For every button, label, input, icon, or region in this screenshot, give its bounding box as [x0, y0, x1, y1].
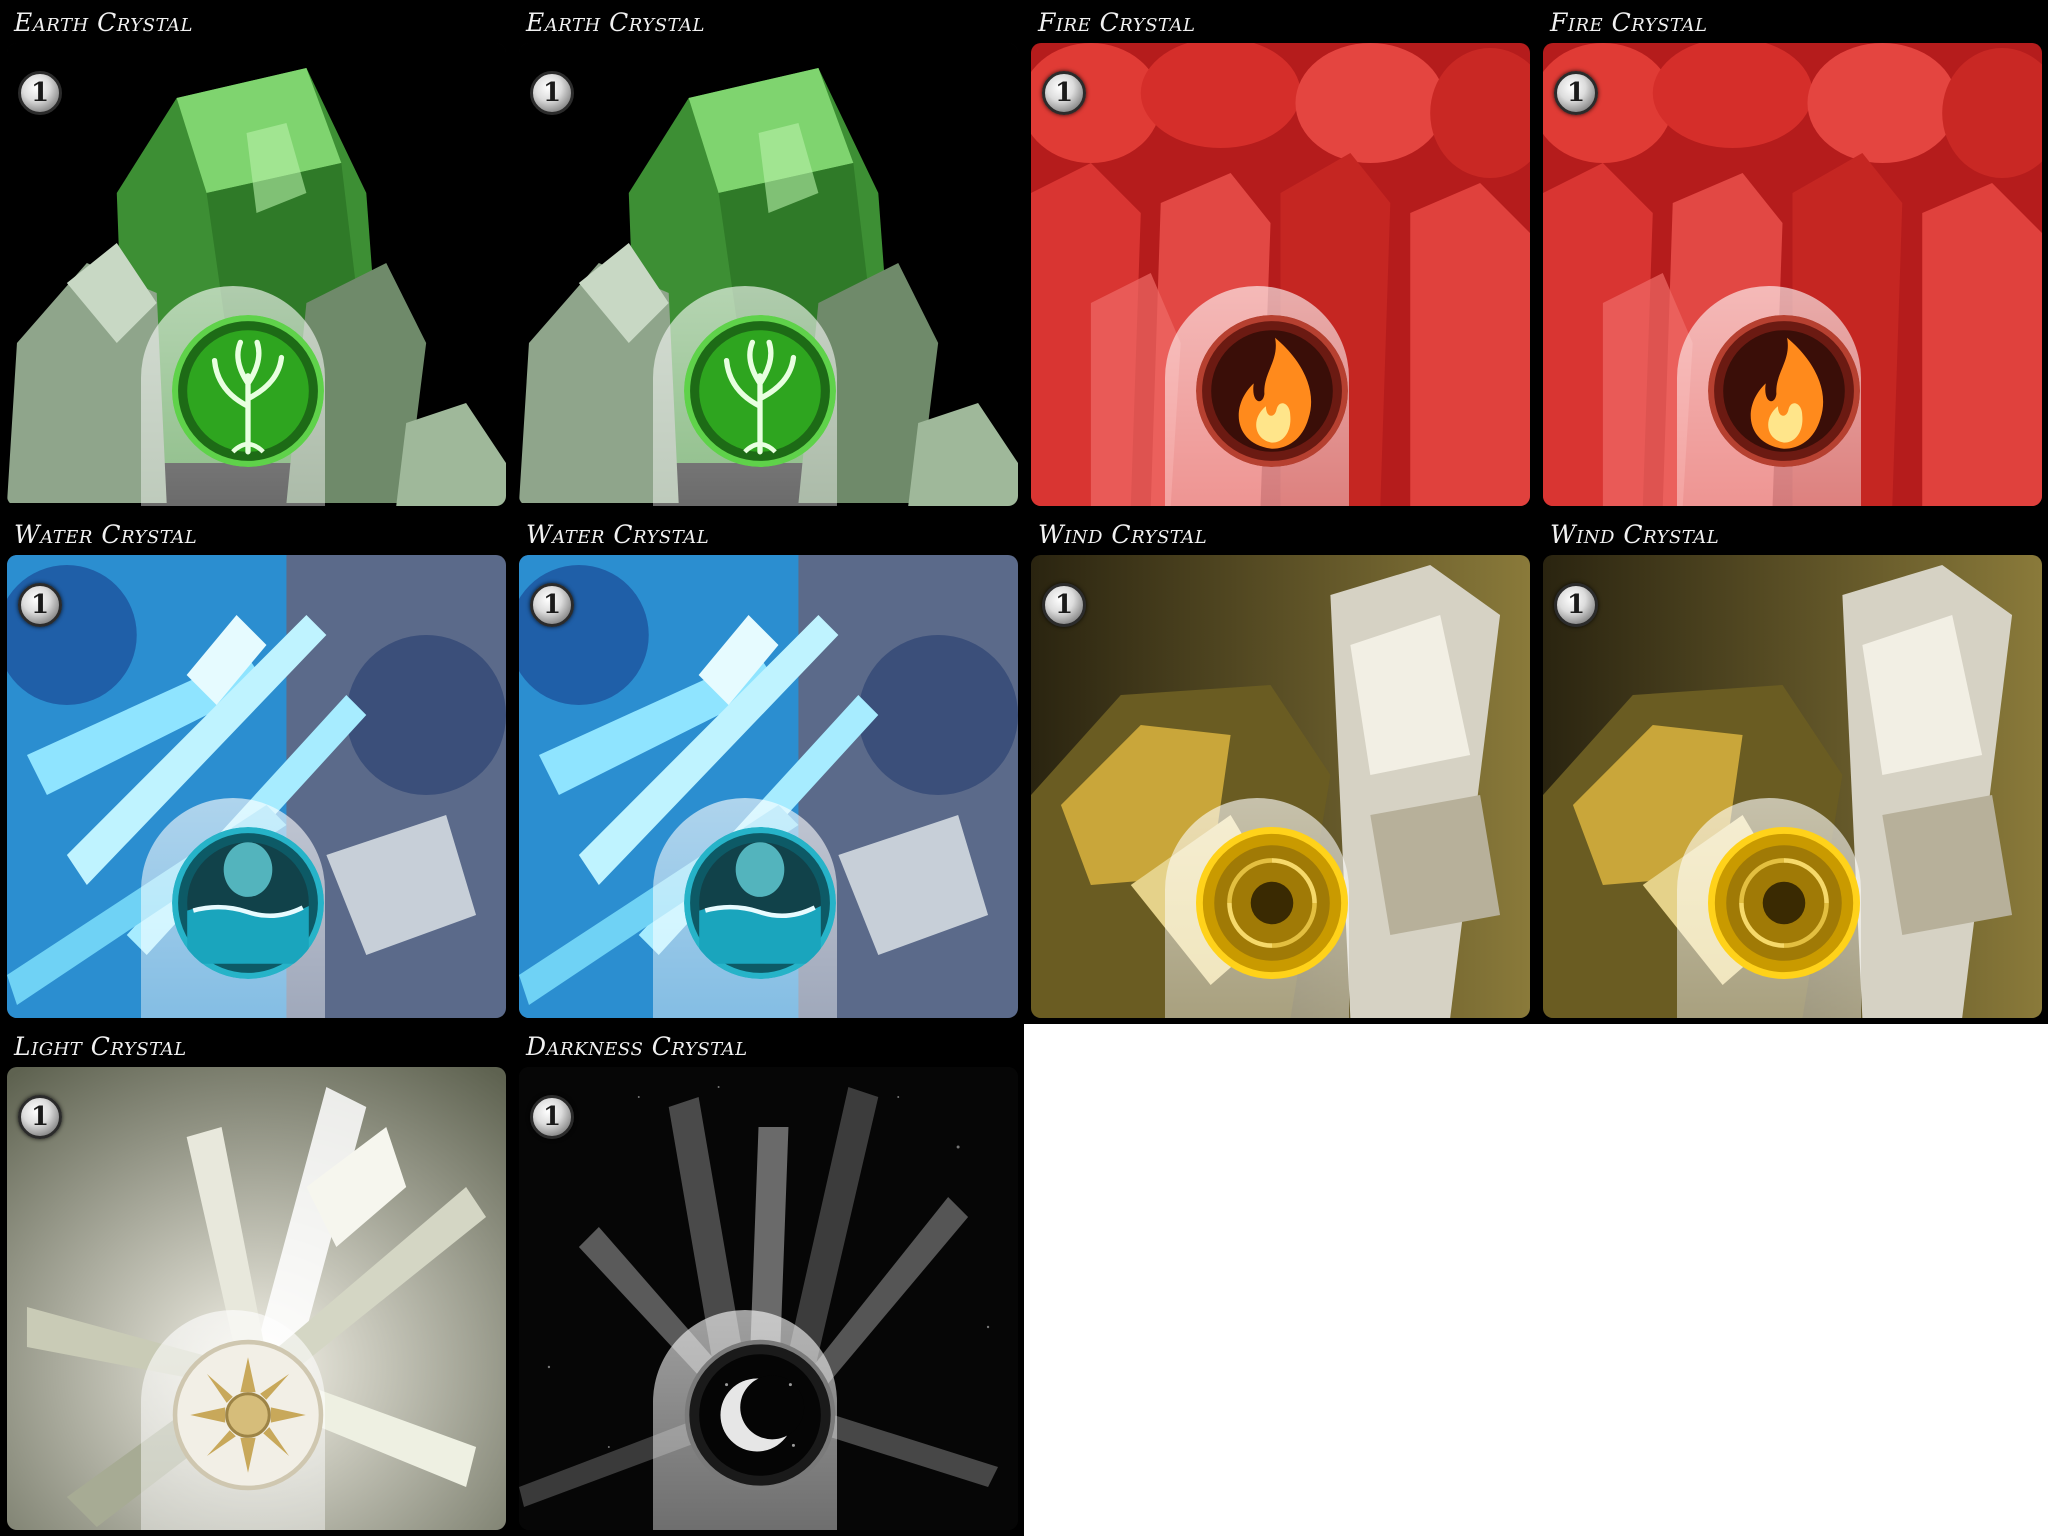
card-title: Fire Crystal	[1550, 8, 1708, 37]
card-title: Wind Crystal	[1038, 520, 1208, 549]
flame-icon	[1708, 315, 1860, 467]
card-wind-crystal[interactable]: Wind Crystal 1	[1536, 512, 2048, 1024]
cost-value: 1	[30, 1102, 50, 1132]
cost-value: 1	[542, 590, 562, 620]
card-title: Earth Crystal	[526, 8, 705, 37]
vortex-icon	[1196, 827, 1348, 979]
cost-badge: 1	[530, 583, 574, 627]
vortex-icon	[1708, 827, 1860, 979]
cost-value: 1	[542, 78, 562, 108]
sun-icon	[172, 1339, 324, 1491]
crescent-moon-icon	[684, 1339, 836, 1491]
card-water-crystal[interactable]: Water Crystal 1	[0, 512, 512, 1024]
card-title: Water Crystal	[14, 520, 198, 549]
tree-icon	[684, 315, 836, 467]
cost-badge: 1	[530, 1095, 574, 1139]
cost-value: 1	[542, 1102, 562, 1132]
cost-badge: 1	[1042, 71, 1086, 115]
card-title: Water Crystal	[526, 520, 710, 549]
card-water-crystal[interactable]: Water Crystal 1	[512, 512, 1024, 1024]
card-fire-crystal[interactable]: Fire Crystal 1	[1536, 0, 2048, 512]
cost-value: 1	[1054, 590, 1074, 620]
card-title: Fire Crystal	[1038, 8, 1196, 37]
cost-value: 1	[1566, 590, 1586, 620]
cost-badge: 1	[530, 71, 574, 115]
cost-value: 1	[1566, 78, 1586, 108]
card-title: Earth Crystal	[14, 8, 193, 37]
card-fire-crystal[interactable]: Fire Crystal 1	[1024, 0, 1536, 512]
cost-badge: 1	[18, 71, 62, 115]
cost-badge: 1	[18, 583, 62, 627]
cost-badge: 1	[18, 1095, 62, 1139]
flame-icon	[1196, 315, 1348, 467]
card-title: Darkness Crystal	[526, 1032, 748, 1061]
card-title: Wind Crystal	[1550, 520, 1720, 549]
card-wind-crystal[interactable]: Wind Crystal 1	[1024, 512, 1536, 1024]
card-light-crystal[interactable]: Light Crystal 1	[0, 1024, 512, 1536]
wave-icon	[684, 827, 836, 979]
cost-badge: 1	[1554, 71, 1598, 115]
cost-value: 1	[1054, 78, 1074, 108]
cost-value: 1	[30, 590, 50, 620]
cost-badge: 1	[1554, 583, 1598, 627]
wave-icon	[172, 827, 324, 979]
card-darkness-crystal[interactable]: Darkness Crystal 1	[512, 1024, 1024, 1536]
cost-badge: 1	[1042, 583, 1086, 627]
card-earth-crystal[interactable]: Earth Crystal 1	[0, 0, 512, 512]
tree-icon	[172, 315, 324, 467]
cost-value: 1	[30, 78, 50, 108]
card-earth-crystal[interactable]: Earth Crystal 1	[512, 0, 1024, 512]
card-title: Light Crystal	[14, 1032, 187, 1061]
